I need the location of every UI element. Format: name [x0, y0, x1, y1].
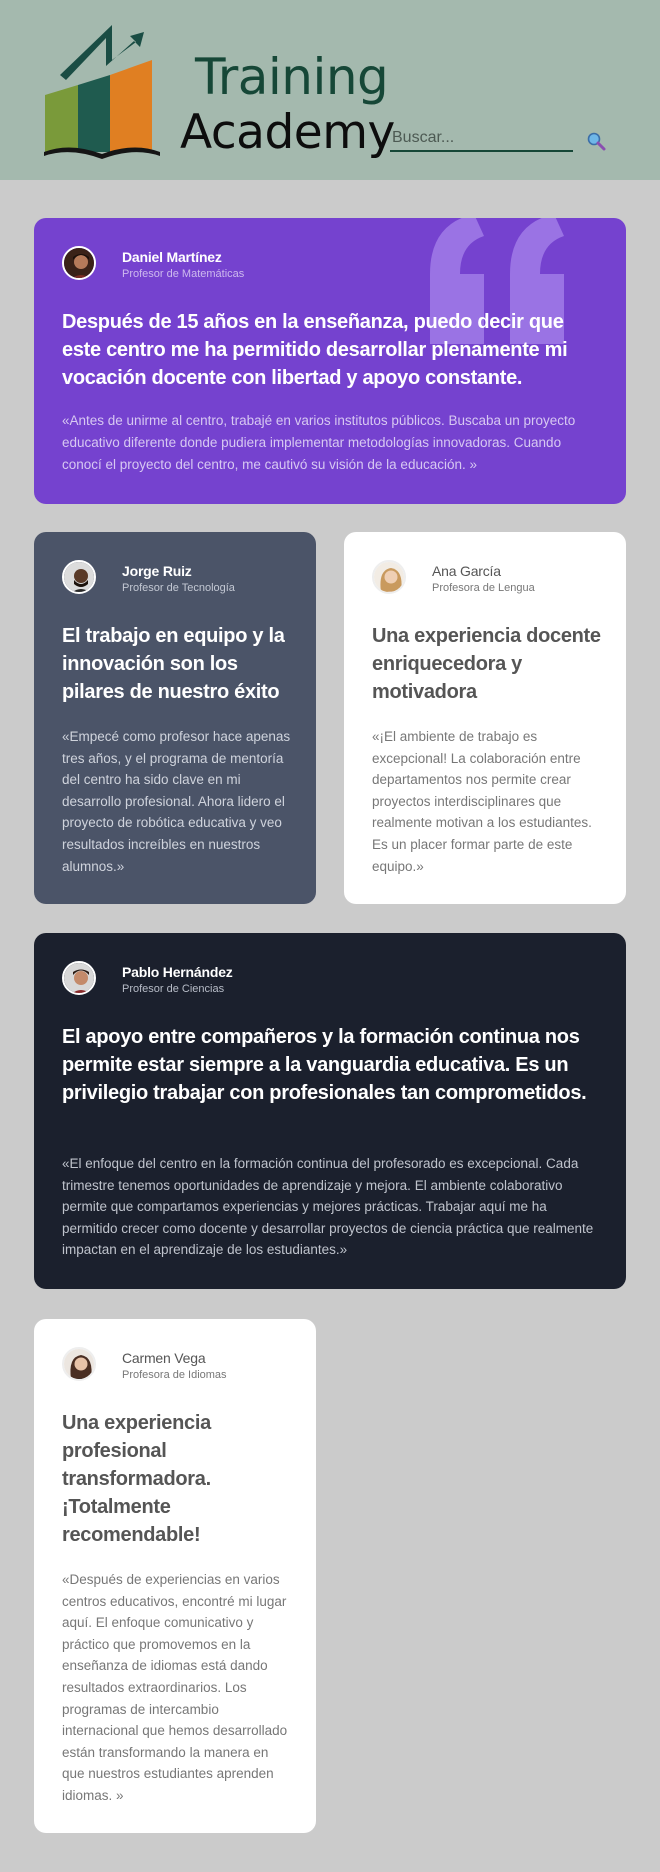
logo-text-academy: Academy	[180, 105, 395, 160]
testimonial-headline: El trabajo en equipo y la innovación son…	[62, 625, 285, 703]
author-role: Profesora de Lengua	[432, 582, 535, 594]
avatar	[62, 246, 96, 280]
testimonial-card: Daniel Martínez Profesor de Matemáticas …	[34, 218, 626, 504]
testimonial-card: Jorge Ruiz Profesor de Tecnología El tra…	[34, 532, 316, 904]
avatar	[62, 560, 96, 594]
testimonial-quote: «Antes de unirme al centro, trabajé en v…	[62, 413, 576, 472]
testimonial-quote: «Después de experiencias en varios centr…	[62, 1572, 288, 1803]
author-role: Profesora de Idiomas	[122, 1369, 227, 1381]
testimonial-headline: Una experiencia profesional transformado…	[62, 1412, 211, 1546]
author-name: Pablo Hernández	[122, 964, 233, 980]
testimonial-headline: Después de 15 años en la enseñanza, pued…	[62, 311, 568, 389]
logo-text-training: Training	[195, 48, 389, 106]
author-name: Jorge Ruiz	[122, 563, 192, 579]
avatar	[62, 961, 96, 995]
avatar	[372, 560, 406, 594]
testimonial-card: Pablo Hernández Profesor de Ciencias El …	[34, 933, 626, 1289]
testimonial-quote: «Empecé como profesor hace apenas tres a…	[62, 729, 291, 874]
avatar	[62, 1347, 96, 1381]
author-name: Ana García	[432, 563, 501, 579]
author-role: Profesor de Matemáticas	[122, 268, 245, 280]
search-input[interactable]	[390, 126, 573, 152]
author-role: Profesor de Ciencias	[122, 983, 225, 995]
testimonial-headline: El apoyo entre compañeros y la formación…	[62, 1026, 587, 1104]
search-icon[interactable]	[585, 130, 607, 152]
author-name: Carmen Vega	[122, 1350, 206, 1366]
testimonial-headline: Una experiencia docente enriquecedora y …	[372, 625, 601, 703]
testimonial-quote: «El enfoque del centro en la formación c…	[62, 1156, 594, 1258]
site-header: Training Academy	[0, 0, 660, 180]
testimonial-card: Ana García Profesora de Lengua Una exper…	[344, 532, 626, 904]
testimonial-quote: «¡El ambiente de trabajo es excepcional!…	[372, 729, 592, 874]
logo-icon[interactable]	[40, 20, 165, 160]
author-name: Daniel Martínez	[122, 249, 222, 265]
author-role: Profesor de Tecnología	[122, 582, 235, 594]
testimonial-card: Carmen Vega Profesora de Idiomas Una exp…	[34, 1319, 316, 1833]
